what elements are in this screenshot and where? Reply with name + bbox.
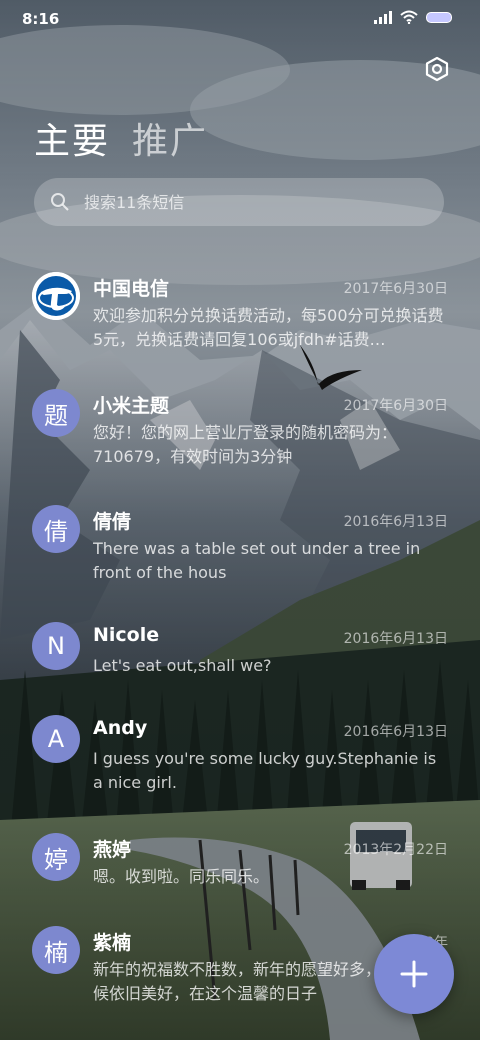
search-input[interactable] <box>82 191 426 213</box>
tab-promotions[interactable]: 推广 <box>132 112 208 164</box>
message-item-xiaomi-theme[interactable]: 题 小米主题 2017年6月30日 您好！您的网上营业厅登录的随机密码为：710… <box>0 387 480 487</box>
message-preview: There was a table set out under a tree i… <box>93 539 421 582</box>
message-date: 2017年6月30日 <box>343 281 448 297</box>
message-item-yanting[interactable]: 婷 燕婷 2013年2月22日 嗯。收到啦。同乐同乐。 <box>0 831 480 931</box>
plus-icon <box>400 960 428 988</box>
china-telecom-logo <box>32 272 80 320</box>
sender-name: 倩倩 <box>93 511 132 533</box>
new-message-button[interactable] <box>374 934 454 1014</box>
status-bar: 8:16 <box>0 0 480 40</box>
sender-name: 中国电信 <box>93 278 170 300</box>
tab-bar: 主要 推广 <box>34 112 208 164</box>
message-date: 2016年6月13日 <box>343 631 448 647</box>
message-preview: 您好！您的网上营业厅登录的随机密码为：710679，有效时间为3分钟 <box>93 423 398 466</box>
settings-hex-icon[interactable] <box>424 56 450 82</box>
message-preview: 欢迎参加积分兑换话费活动，每500分可兑换话费5元，兑换话费请回复106或jfd… <box>93 306 444 349</box>
message-item-china-telecom[interactable]: 中国电信 2017年6月30日 欢迎参加积分兑换话费活动，每500分可兑换话费5… <box>0 270 480 370</box>
search-bar[interactable] <box>34 178 444 226</box>
avatar: 楠 <box>32 926 80 974</box>
signal-icon <box>374 10 392 24</box>
message-date: 2017年6月30日 <box>343 398 448 414</box>
message-preview: 嗯。收到啦。同乐同乐。 <box>93 867 270 886</box>
message-item-andy[interactable]: A Andy 2016年6月13日 I guess you're some lu… <box>0 713 480 813</box>
message-item-nicole[interactable]: N Nicole 2016年6月13日 Let's eat out,shall … <box>0 620 480 720</box>
status-time: 8:16 <box>22 10 60 28</box>
status-icons <box>374 10 452 24</box>
message-preview: Let's eat out,shall we? <box>93 656 272 675</box>
message-date: 2016年6月13日 <box>343 514 448 530</box>
wifi-icon <box>400 10 418 24</box>
sender-name: Andy <box>93 717 148 739</box>
battery-icon <box>426 11 452 23</box>
avatar: 倩 <box>32 505 80 553</box>
avatar: 婷 <box>32 833 80 881</box>
message-date: 2013年2月22日 <box>343 842 448 858</box>
sender-name: Nicole <box>93 624 160 646</box>
avatar: A <box>32 715 80 763</box>
avatar: 题 <box>32 389 80 437</box>
avatar <box>32 272 80 320</box>
message-item-qianqian[interactable]: 倩 倩倩 2016年6月13日 There was a table set ou… <box>0 503 480 603</box>
sender-name: 燕婷 <box>93 839 132 861</box>
sender-name: 小米主题 <box>93 395 170 417</box>
sender-name: 紫楠 <box>93 932 132 954</box>
message-date: 2016年6月13日 <box>343 724 448 740</box>
tab-primary[interactable]: 主要 <box>34 112 110 164</box>
avatar: N <box>32 622 80 670</box>
search-icon <box>51 193 69 211</box>
message-preview: I guess you're some lucky guy.Stephanie … <box>93 749 437 792</box>
